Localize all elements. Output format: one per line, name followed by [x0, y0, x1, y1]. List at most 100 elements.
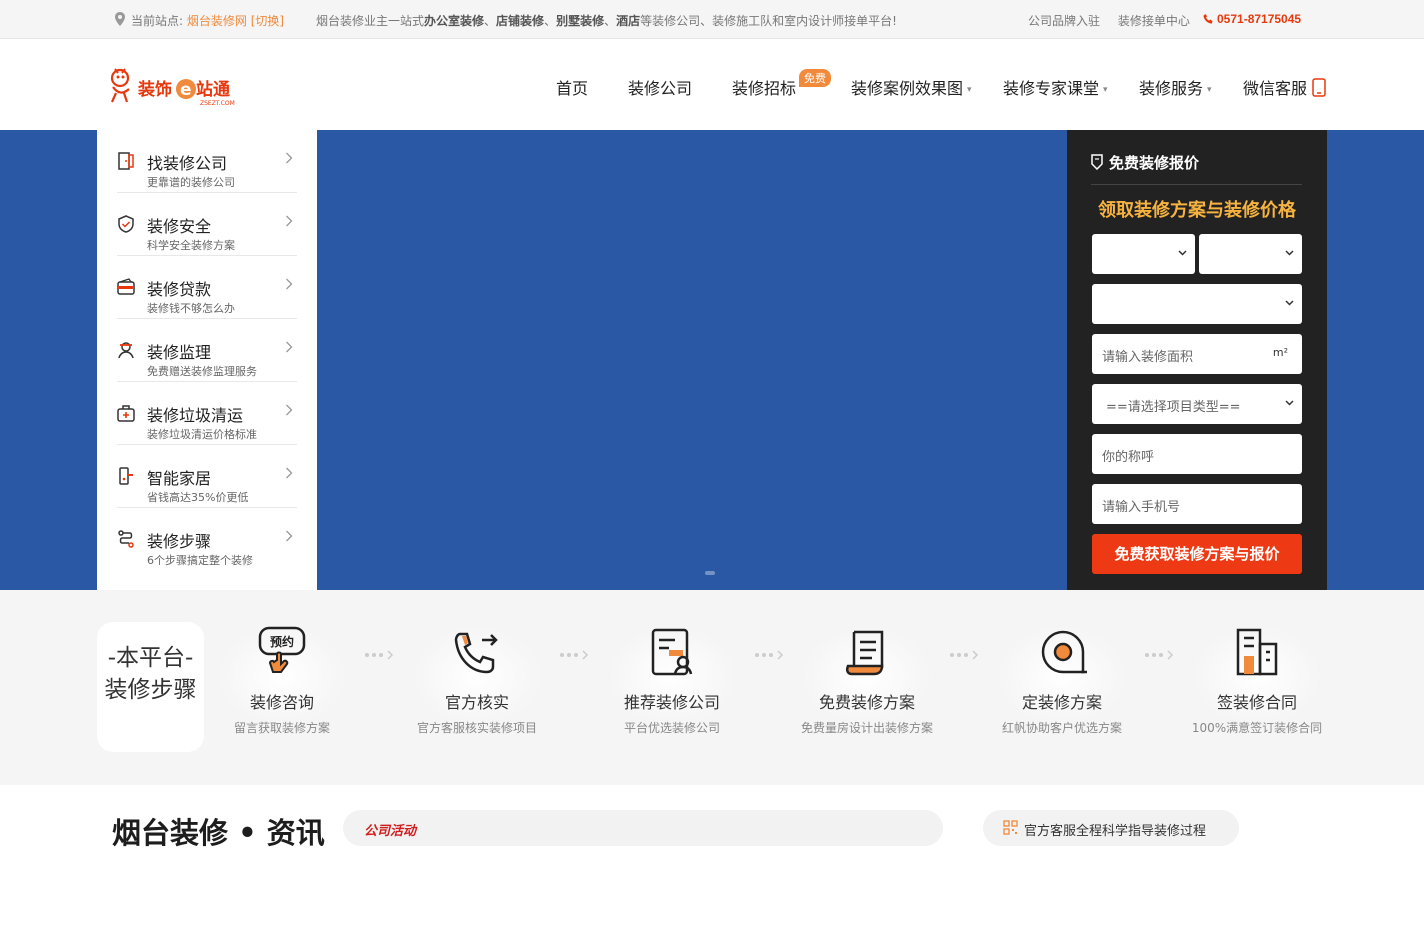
order-center-link[interactable]: 装修接单中心: [1118, 14, 1190, 28]
side-menu-item[interactable]: 装修贷款 装修钱不够怎么办: [117, 256, 297, 319]
svg-text:e: e: [180, 80, 192, 100]
side-menu-item-title: 装修监理: [147, 343, 212, 362]
nav-wechat[interactable]: 微信客服: [1243, 75, 1307, 99]
news-section-title: 烟台装修 • 资讯: [112, 816, 325, 850]
step-item: 定装修方案 红帆协助客户优选方案: [977, 626, 1147, 736]
tape-measure-icon: [1041, 630, 1087, 674]
mobile-phone-icon: [1312, 78, 1326, 97]
mascot-icon: [110, 68, 130, 103]
recommend-icon: [651, 628, 693, 676]
chevron-down-icon: [1285, 250, 1294, 256]
side-menu-item[interactable]: 装修监理 免费赠送装修监理服务: [117, 319, 297, 382]
slogan-text: 烟台装修业主一站式: [316, 14, 425, 28]
side-menu-item-title: 装修贷款: [147, 280, 212, 299]
chevron-down-icon: [1285, 300, 1294, 306]
name-input[interactable]: 你的称呼: [1092, 434, 1302, 474]
area-unit: m²: [1272, 346, 1288, 359]
tab-company-activity[interactable]: 公司活动: [364, 820, 416, 839]
carousel-indicator[interactable]: [705, 571, 715, 575]
scroll-icon: [845, 630, 884, 676]
phone-icon: [1203, 13, 1213, 24]
divider: [1091, 184, 1302, 185]
nav-services[interactable]: 装修服务 ▾: [1139, 75, 1212, 99]
top-bar: 当前站点: 烟台装修网 [切换] 烟台装修业主一站式办公室装修、店铺装修、别墅装…: [0, 0, 1424, 39]
building-icon: [1236, 628, 1278, 676]
nav-bidding[interactable]: 装修招标: [732, 75, 796, 99]
site-prefix: 当前站点:: [131, 14, 184, 28]
switch-site-link[interactable]: [切换]: [251, 14, 284, 28]
caret-down-icon: ▾: [967, 84, 972, 95]
side-menu-item[interactable]: 装修垃圾清运 装修垃圾清运价格标准: [117, 382, 297, 445]
steps-label-line1: -本平台-: [107, 645, 194, 671]
side-menu-item-subtitle: 科学安全装修方案: [147, 239, 235, 252]
step-item: 预约 装修咨询 留言获取装修方案: [197, 626, 367, 736]
site-logo[interactable]: 装饰 e 站通 ZSEZT.COM: [108, 63, 238, 107]
brand-join-link[interactable]: 公司品牌入驻: [1028, 14, 1100, 28]
side-menu-item-title: 装修步骤: [147, 532, 212, 551]
step-item: 免费装修方案 免费量房设计出装修方案: [782, 626, 952, 736]
service-guide-text: 官方客服全程科学指导装修过程: [1024, 824, 1207, 839]
smart-lock-icon: [119, 467, 133, 485]
chevron-right-icon: [286, 467, 293, 479]
phone-placeholder: 请输入手机号: [1102, 500, 1181, 515]
phone-input[interactable]: 请输入手机号: [1092, 484, 1302, 524]
get-quote-button[interactable]: 免费获取装修方案与报价: [1092, 534, 1302, 574]
district-select[interactable]: [1092, 284, 1302, 324]
logo-text: 装饰: [137, 79, 172, 100]
slogan-sep: 、: [604, 14, 617, 28]
quote-title: 领取装修方案与装修价格: [1098, 200, 1296, 221]
project-type-select[interactable]: ==请选择项目类型==: [1092, 384, 1302, 424]
step-title: 装修咨询: [249, 693, 314, 712]
slogan-sep: 、: [484, 14, 497, 28]
step-item: 签装修合同 100%满意签订装修合同: [1172, 626, 1342, 736]
step-title: 定装修方案: [1021, 693, 1102, 712]
supervisor-icon: [118, 342, 134, 359]
step-title: 签装修合同: [1216, 693, 1297, 712]
nav-companies[interactable]: 装修公司: [628, 75, 692, 99]
location-pin-icon: [115, 12, 125, 26]
appointment-icon: 预约: [258, 626, 306, 673]
caret-down-icon: ▾: [1103, 84, 1108, 95]
svg-text:站通: 站通: [196, 79, 230, 100]
phone-call-icon: [454, 632, 498, 674]
side-menu-item[interactable]: 装修步骤 6个步骤搞定整个装修: [117, 508, 297, 571]
slogan-keyword-villa: 别墅装修: [556, 14, 605, 28]
area-placeholder: 请输入装修面积: [1102, 350, 1194, 365]
side-menu-item-subtitle: 更靠谱的装修公司: [147, 176, 235, 189]
nav-cases[interactable]: 装修案例效果图 ▾: [851, 75, 972, 99]
hotline-number[interactable]: 0571-87175045: [1217, 12, 1301, 26]
slogan-keyword-office: 办公室装修: [424, 14, 485, 28]
nav-cases-label: 装修案例效果图: [851, 79, 964, 98]
service-guide-pill[interactable]: 官方客服全程科学指导装修过程: [983, 810, 1239, 846]
side-menu-item[interactable]: 找装修公司 更靠谱的装修公司: [117, 130, 297, 193]
top-slogan: 烟台装修业主一站式办公室装修、店铺装修、别墅装修、酒店等装修公司、装修施工队和室…: [316, 12, 897, 29]
nav-home[interactable]: 首页: [556, 75, 588, 99]
slogan-keyword-shop: 店铺装修: [496, 14, 545, 28]
chevron-right-icon: [286, 404, 293, 416]
chevron-right-icon: [286, 530, 293, 542]
nav-classroom[interactable]: 装修专家课堂 ▾: [1003, 75, 1108, 99]
step-subtitle: 平台优选装修公司: [623, 721, 720, 735]
side-menu-item-title: 装修垃圾清运: [147, 406, 244, 425]
quote-tag-icon: [1091, 154, 1103, 170]
chevron-right-icon: [286, 278, 293, 290]
slogan-sep: 、: [544, 14, 557, 28]
side-menu-item[interactable]: 智能家居 省钱高达35%价更低: [117, 445, 297, 508]
medkit-icon: [117, 405, 135, 422]
step-item: 官方核实 官方客服核实装修项目: [392, 626, 562, 736]
quote-form: 免费装修报价 领取装修方案与装修价格 请输入装修面积 m² ==请选择项目类型=…: [1067, 130, 1327, 590]
free-badge: 免费: [799, 69, 831, 87]
side-menu-item-subtitle: 6个步骤搞定整个装修: [147, 554, 253, 567]
project-type-placeholder: ==请选择项目类型==: [1106, 400, 1241, 415]
side-menu-item[interactable]: 装修安全 科学安全装修方案: [117, 193, 297, 256]
city-select[interactable]: [1199, 234, 1302, 274]
top-right-links: 公司品牌入驻 装修接单中心: [1028, 12, 1204, 29]
step-item: 推荐装修公司 平台优选装修公司: [587, 626, 757, 736]
header: 装饰 e 站通 ZSEZT.COM 首页 装修公司 装修招标 装修案例效果图 ▾ …: [0, 39, 1424, 130]
current-site: 当前站点: 烟台装修网 [切换]: [131, 12, 284, 29]
chevron-down-icon: [1178, 250, 1187, 256]
qr-code-icon: [1003, 820, 1018, 835]
area-input[interactable]: 请输入装修面积 m²: [1092, 334, 1302, 374]
step-subtitle: 官方客服核实装修项目: [416, 721, 537, 735]
province-select[interactable]: [1092, 234, 1195, 274]
